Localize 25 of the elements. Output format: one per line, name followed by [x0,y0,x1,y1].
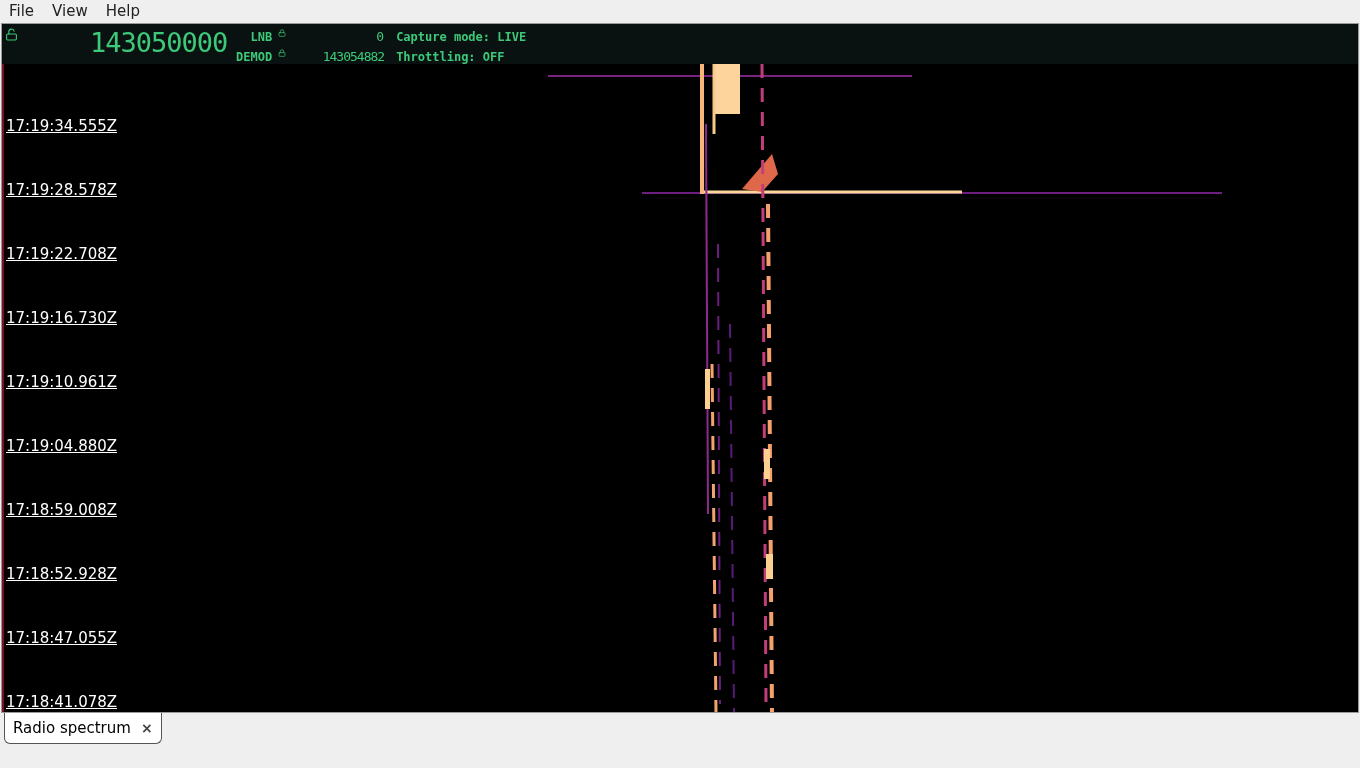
timestamp-label: 17:19:16.730Z [6,309,118,327]
menu-item[interactable]: File [9,0,35,23]
timestamp-label: 17:19:22.708Z [6,245,118,263]
tab[interactable]: Radio spectrum × [4,713,162,744]
demod-label: DEMOD [236,49,273,66]
timestamp-label: 17:18:41.078Z [6,693,118,711]
lnb-value: 0 [376,28,385,46]
lock-icon[interactable] [5,28,18,41]
timestamp-label: 17:19:34.555Z [6,117,118,135]
timestamp-label: 17:19:10.961Z [6,373,118,391]
lock-icon[interactable] [278,49,287,57]
timestamp-label: 17:18:52.928Z [6,565,118,583]
timestamp-label: 17:19:04.880Z [6,437,118,455]
lnb-label: LNB [250,29,273,46]
timestamp-label: 17:18:59.008Z [6,501,118,519]
capture-mode-text: Capture mode: LIVE [396,29,527,46]
menu-item[interactable]: Help [105,0,140,23]
lock-icon[interactable] [278,29,287,37]
timestamp-label: 17:18:47.055Z [6,629,118,647]
throttling-text: Throttling: OFF [396,49,506,66]
timestamp-label: 17:19:28.578Z [6,181,118,199]
frequency-display: 143050000 [90,27,229,59]
demod-frequency: 143054882 [322,48,385,66]
menu-item[interactable]: View [52,0,88,23]
close-icon[interactable]: × [140,717,153,739]
